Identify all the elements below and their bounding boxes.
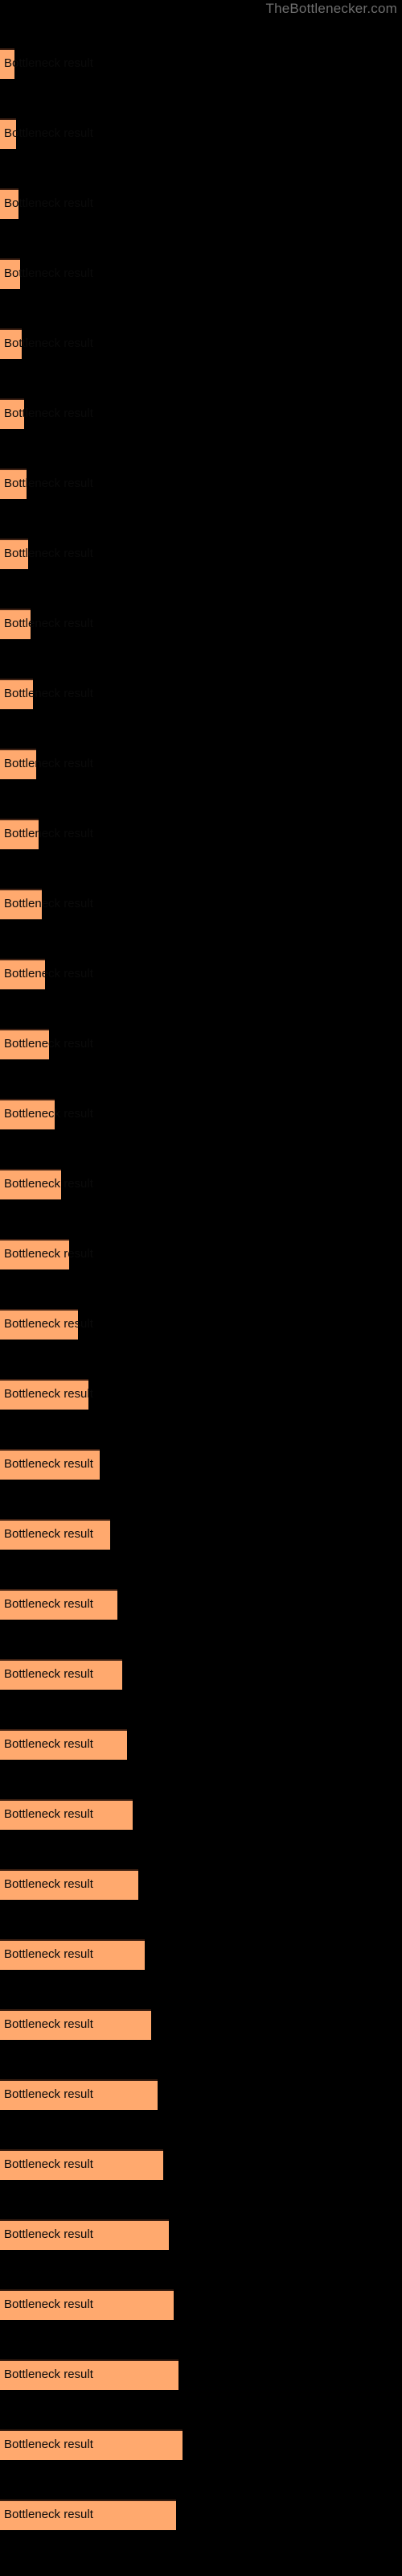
bar-fill bbox=[0, 749, 36, 779]
bar-fill bbox=[0, 1169, 61, 1199]
bar-fill bbox=[0, 328, 22, 359]
bar-fill bbox=[0, 1519, 110, 1550]
bar-fill bbox=[0, 889, 42, 919]
bar-fill bbox=[0, 469, 27, 499]
bar-fill bbox=[0, 1099, 55, 1129]
bar-fill bbox=[0, 1729, 127, 1760]
bar-fill bbox=[0, 258, 20, 289]
bar-fill bbox=[0, 1379, 88, 1410]
bar-fill bbox=[0, 1309, 78, 1340]
bar-fill bbox=[0, 48, 14, 79]
bar-fill bbox=[0, 539, 28, 569]
bar-fill bbox=[0, 959, 45, 989]
bar-label: Bottleneck result bbox=[4, 126, 93, 140]
bar-fill bbox=[0, 1449, 100, 1480]
bar-fill bbox=[0, 819, 39, 849]
bar-fill bbox=[0, 2429, 183, 2460]
bar-fill bbox=[0, 679, 33, 709]
bar-fill bbox=[0, 398, 24, 429]
bar-label: Bottleneck result bbox=[4, 56, 93, 70]
bar-fill bbox=[0, 1939, 145, 1970]
bar-fill bbox=[0, 2359, 178, 2390]
bar-fill bbox=[0, 1869, 138, 1900]
bar-fill bbox=[0, 1239, 69, 1269]
bar-fill bbox=[0, 2079, 158, 2110]
bar-fill bbox=[0, 1799, 133, 1830]
bottleneck-chart: TheBottlenecker.com Bottleneck result Bot… bbox=[0, 0, 402, 2576]
bar-fill bbox=[0, 1659, 122, 1690]
bar-fill bbox=[0, 188, 18, 219]
bar-fill bbox=[0, 2500, 176, 2530]
bar-series: Bottleneck result Bottleneck result Bottle… bbox=[0, 0, 402, 2576]
bar-fill bbox=[0, 2009, 151, 2040]
bar-fill bbox=[0, 1029, 49, 1059]
bar-fill bbox=[0, 2289, 174, 2320]
bar-fill bbox=[0, 118, 16, 149]
bar-fill bbox=[0, 2219, 169, 2250]
bar-fill bbox=[0, 2149, 163, 2180]
bar-fill bbox=[0, 1589, 117, 1620]
bar-fill bbox=[0, 609, 31, 639]
